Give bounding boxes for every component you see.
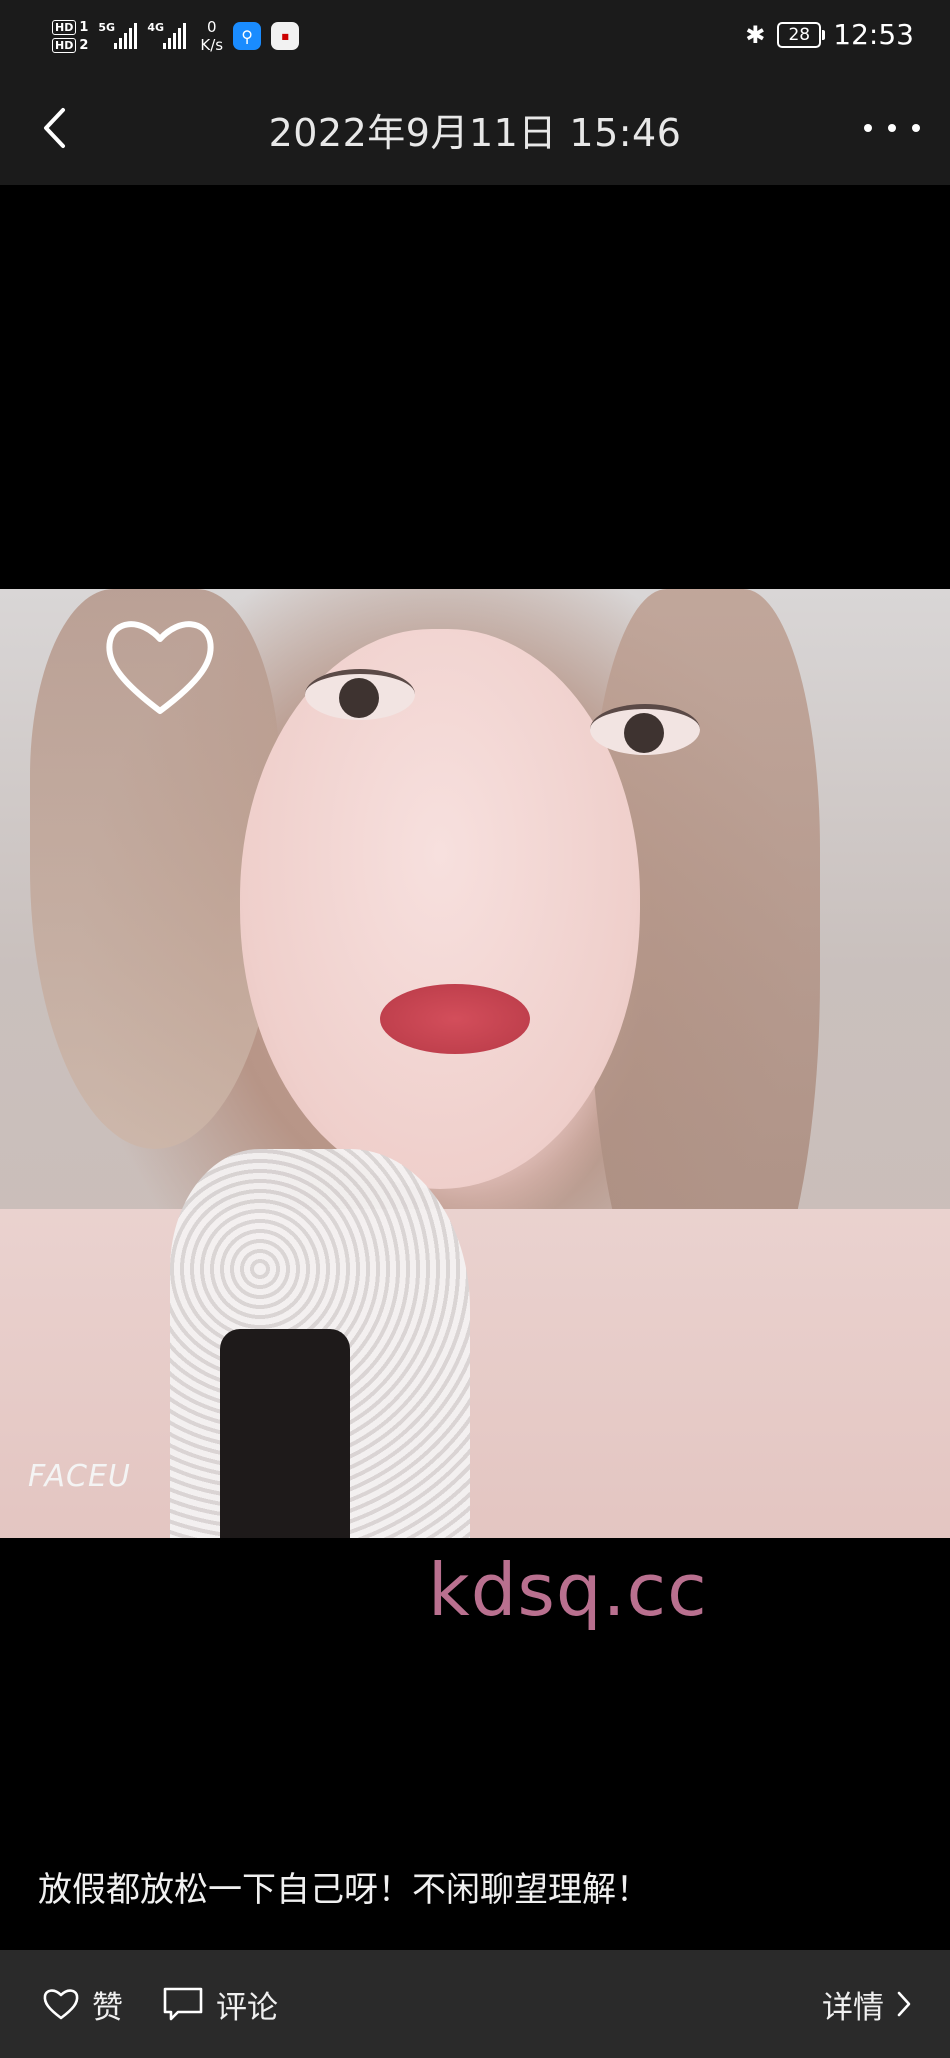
like-button[interactable]: 赞 xyxy=(42,1950,123,2058)
comment-icon xyxy=(163,1987,203,2021)
heart-sticker-icon xyxy=(106,621,214,714)
title-bar: 2022年9月11日 15:46 xyxy=(0,72,950,185)
chevron-right-icon xyxy=(897,1991,911,2017)
network-label: 5G xyxy=(98,21,116,34)
network-speed: 0 K/s xyxy=(200,18,223,54)
hd-number: 1 xyxy=(79,19,89,35)
search-app-icon: ⚲ xyxy=(233,22,262,50)
watermark-text: kdsq.cc xyxy=(428,1548,708,1632)
status-bar: HD 1 HD 2 5G 4G 0 K/s ⚲ ■ ✱ 28 12:53 xyxy=(0,0,950,72)
more-button[interactable] xyxy=(864,110,920,146)
hd-indicator-1: HD 1 xyxy=(52,19,89,35)
page-title: 2022年9月11日 15:46 xyxy=(268,111,682,155)
bottom-action-bar: 赞 评论 详情 xyxy=(0,1950,950,2058)
faceu-sticker-text: FACEU xyxy=(28,1459,131,1494)
comment-label: 评论 xyxy=(216,1989,278,2026)
hd-indicators: HD 1 HD 2 xyxy=(52,19,89,53)
like-label: 赞 xyxy=(92,1989,123,2026)
hd-label: HD xyxy=(52,19,77,35)
speed-unit: K/s xyxy=(200,36,224,54)
hd-indicator-2: HD 2 xyxy=(52,37,89,53)
network-label: 4G xyxy=(147,21,165,34)
hd-number: 2 xyxy=(79,37,89,53)
status-right: ✱ 28 12:53 xyxy=(745,18,914,51)
post-caption: 放假都放松一下自己呀！不闲聊望理解！ xyxy=(38,1870,650,1910)
heart-outline-icon xyxy=(43,1989,79,2020)
appgallery-icon: ■ xyxy=(271,22,300,50)
detail-button[interactable]: 详情 xyxy=(822,1950,912,2058)
more-dots-icon xyxy=(864,124,872,132)
battery-icon: 28 xyxy=(777,21,826,48)
post-photo[interactable]: FACEU xyxy=(0,589,950,1538)
signal-icon-4g: 4G xyxy=(147,21,187,49)
detail-label: 详情 xyxy=(822,1989,884,2026)
hd-label: HD xyxy=(52,37,77,53)
comment-button[interactable]: 评论 xyxy=(162,1950,278,2058)
speed-value: 0 xyxy=(206,18,217,36)
bluetooth-icon: ✱ xyxy=(745,20,766,49)
signal-icon-5g: 5G xyxy=(98,21,138,49)
clock: 12:53 xyxy=(833,18,914,51)
status-left: HD 1 HD 2 5G 4G 0 K/s ⚲ ■ xyxy=(52,10,300,62)
